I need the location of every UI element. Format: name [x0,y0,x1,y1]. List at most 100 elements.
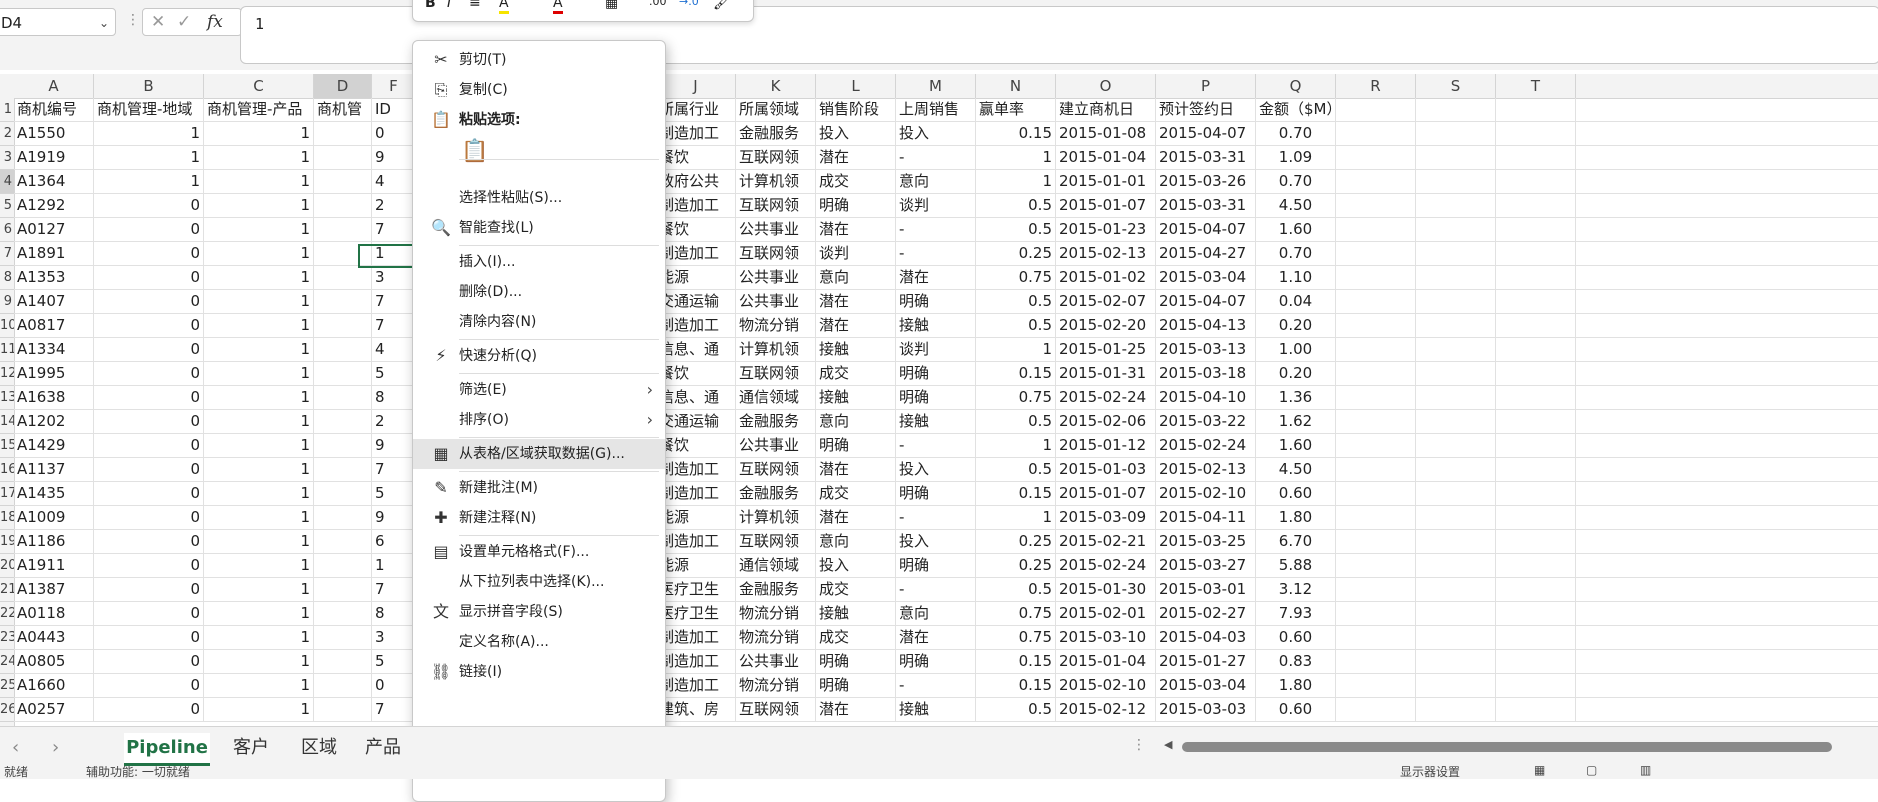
table-cell[interactable]: 0 [94,362,204,386]
table-cell[interactable]: 1 [204,698,314,722]
table-cell[interactable]: 0.60 [1256,626,1336,650]
column-header-n[interactable]: N [976,74,1056,98]
table-cell[interactable]: A1202 [14,410,94,434]
table-cell[interactable]: 制造加工 [656,122,736,146]
table-cell[interactable] [314,626,372,650]
table-cell[interactable]: 计算机领 [736,338,816,362]
table-cell[interactable]: - [896,506,976,530]
table-cell[interactable] [314,698,372,722]
table-cell[interactable]: 接触 [896,698,976,722]
table-cell[interactable]: 0.5 [976,194,1056,218]
empty-cell[interactable] [1336,674,1416,698]
empty-cell[interactable] [1416,194,1496,218]
table-cell[interactable]: 0 [94,266,204,290]
table-cell[interactable]: 2015-03-31 [1156,194,1256,218]
table-cell[interactable]: 制造加工 [656,650,736,674]
table-cell[interactable]: 1.10 [1256,266,1336,290]
empty-cell[interactable] [1416,674,1496,698]
table-cell[interactable]: 物流分销 [736,674,816,698]
table-cell[interactable]: 接触 [816,602,896,626]
table-cell[interactable]: 0 [94,314,204,338]
table-cell[interactable]: 2015-02-10 [1156,482,1256,506]
table-cell[interactable]: 信息、通 [656,386,736,410]
table-cell[interactable]: 1 [204,122,314,146]
table-cell[interactable]: 接触 [816,338,896,362]
table-cell[interactable]: A1407 [14,290,94,314]
empty-cell[interactable] [1496,554,1576,578]
empty-cell[interactable] [1416,122,1496,146]
table-cell[interactable]: 1.09 [1256,146,1336,170]
table-cell[interactable]: A1364 [14,170,94,194]
table-cell[interactable]: 明确 [816,434,896,458]
table-cell[interactable]: 0 [94,410,204,434]
table-cell[interactable]: 2015-02-13 [1056,242,1156,266]
table-cell[interactable]: 0.15 [976,122,1056,146]
table-cell[interactable]: 成交 [816,626,896,650]
decrease-decimal-button[interactable]: →.0 [679,0,699,8]
table-cell[interactable]: 0.75 [976,602,1056,626]
table-cell[interactable]: 明确 [816,650,896,674]
empty-cell[interactable] [1496,194,1576,218]
table-cell[interactable]: 0 [94,602,204,626]
paste-option-icon[interactable]: 📋 [461,139,489,169]
row-header[interactable]: 5 [0,194,14,218]
table-cell[interactable]: 互联网领 [736,458,816,482]
table-cell[interactable]: 互联网领 [736,698,816,722]
table-cell[interactable]: 投入 [896,530,976,554]
table-cell[interactable]: 2015-01-27 [1156,650,1256,674]
table-cell[interactable]: A1334 [14,338,94,362]
table-cell[interactable]: 1 [204,434,314,458]
column-header-s[interactable]: S [1416,74,1496,98]
column-header-k[interactable]: K [736,74,816,98]
table-cell[interactable]: 潜在 [816,314,896,338]
table-cell[interactable]: 0.15 [976,674,1056,698]
table-cell[interactable]: 2015-04-07 [1156,122,1256,146]
table-cell[interactable]: 1 [204,242,314,266]
table-cell[interactable]: 物流分销 [736,602,816,626]
table-cell[interactable]: 潜在 [816,698,896,722]
column-title[interactable]: 商机管理-产品 [204,98,314,122]
table-cell[interactable]: 意向 [896,602,976,626]
row-header[interactable]: 15 [0,434,14,458]
font-color-button[interactable]: A [553,0,563,14]
table-cell[interactable]: 医疗卫生 [656,602,736,626]
column-title[interactable]: 金额（$M） [1256,98,1336,122]
table-cell[interactable]: 互联网领 [736,530,816,554]
menu-item[interactable]: 文显示拼音字段(S) [413,597,665,627]
row-header[interactable]: 8 [0,266,14,290]
table-cell[interactable]: 2015-03-04 [1156,674,1256,698]
empty-cell[interactable] [1496,386,1576,410]
format-painter-icon[interactable]: 🖌 [713,0,731,11]
table-cell[interactable]: 0 [94,338,204,362]
accessibility-status[interactable]: 辅助功能: 一切就绪 [86,766,190,779]
empty-cell[interactable] [1336,530,1416,554]
table-cell[interactable]: 2015-03-22 [1156,410,1256,434]
table-cell[interactable]: 0.75 [976,386,1056,410]
table-cell[interactable]: 潜在 [816,506,896,530]
table-cell[interactable]: 公共事业 [736,434,816,458]
table-cell[interactable]: 1 [204,314,314,338]
table-cell[interactable]: 0.5 [976,578,1056,602]
table-cell[interactable]: A0443 [14,626,94,650]
empty-cell[interactable] [1416,602,1496,626]
menu-item[interactable]: 从下拉列表中选择(K)... [413,567,665,597]
table-cell[interactable]: A0817 [14,314,94,338]
empty-cell[interactable] [1336,266,1416,290]
table-cell[interactable]: A0118 [14,602,94,626]
table-cell[interactable]: 明确 [896,290,976,314]
menu-item[interactable]: 📋 粘贴选项: [413,105,665,135]
table-cell[interactable]: A1137 [14,458,94,482]
table-cell[interactable]: A1353 [14,266,94,290]
empty-cell[interactable] [1416,482,1496,506]
table-cell[interactable]: 1.62 [1256,410,1336,434]
table-cell[interactable]: 明确 [896,650,976,674]
table-cell[interactable]: 接触 [896,410,976,434]
table-cell[interactable] [314,386,372,410]
table-cell[interactable]: 意向 [816,530,896,554]
table-cell[interactable]: 1 [204,290,314,314]
column-header-j[interactable]: J [656,74,736,98]
table-cell[interactable]: 1 [204,194,314,218]
table-cell[interactable]: 制造加工 [656,530,736,554]
table-cell[interactable]: 1 [94,146,204,170]
table-cell[interactable]: 交通运输 [656,290,736,314]
